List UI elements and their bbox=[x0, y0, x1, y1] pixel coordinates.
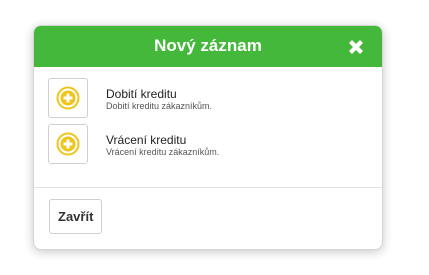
new-record-dialog: Nový záznam Dobití kreditu Dobití kredit… bbox=[33, 25, 383, 250]
list-item-credit-refund: Vrácení kreditu Vrácení kreditu zákazník… bbox=[48, 124, 368, 166]
add-credit-refund-button[interactable] bbox=[48, 124, 88, 164]
item-description: Vrácení kreditu zákazníkům. bbox=[106, 147, 220, 157]
list-item-credit-topup: Dobití kreditu Dobití kreditu zákazníkům… bbox=[48, 78, 368, 120]
add-credit-topup-button[interactable] bbox=[48, 78, 88, 118]
item-title: Vrácení kreditu bbox=[106, 133, 187, 147]
dialog-body: Dobití kreditu Dobití kreditu zákazníkům… bbox=[34, 67, 382, 188]
close-x-icon[interactable] bbox=[346, 37, 366, 57]
dialog-footer: Zavřít bbox=[34, 188, 382, 249]
close-button[interactable]: Zavřít bbox=[49, 199, 103, 234]
item-title: Dobití kreditu bbox=[106, 87, 177, 101]
dialog-title: Nový záznam bbox=[154, 36, 262, 55]
item-description: Dobití kreditu zákazníkům. bbox=[106, 101, 213, 111]
dialog-header: Nový záznam bbox=[34, 26, 382, 67]
